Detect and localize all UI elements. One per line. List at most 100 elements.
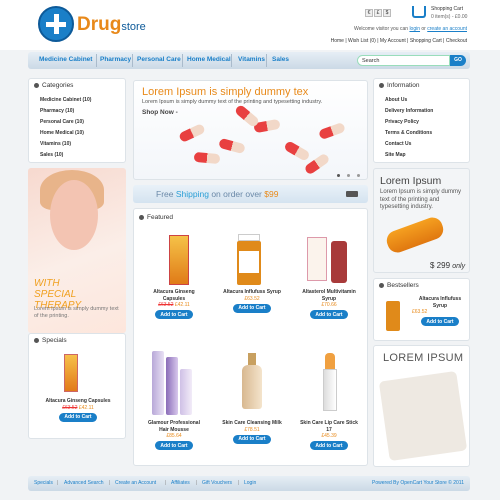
product-image[interactable] (144, 231, 204, 286)
add-to-cart-button[interactable]: Add to Cart (310, 441, 348, 450)
nav-sales[interactable]: Sales (272, 56, 289, 63)
side-promo-price: $ 299 only (430, 261, 466, 270)
add-to-cart-button[interactable]: Add to Cart (233, 434, 271, 444)
slide-dot[interactable] (337, 174, 340, 177)
category-link[interactable]: Vitamins (10) (40, 141, 71, 147)
slide-dot[interactable] (357, 174, 360, 177)
create-account-link[interactable]: create an account (427, 26, 467, 32)
truck-icon (346, 191, 358, 197)
product-image[interactable] (299, 349, 359, 417)
nav-vitamins[interactable]: Vitamins (238, 56, 265, 63)
pill-image (178, 122, 206, 144)
nav-pharmacy[interactable]: Pharmacy (100, 56, 131, 63)
powered-by-text[interactable]: Powered By OpenCart Your Store © 2011 (372, 480, 464, 486)
category-link[interactable]: Pharmacy (10) (40, 108, 74, 114)
category-link[interactable]: Personal Care (10) (40, 119, 84, 125)
bullet-icon (379, 282, 384, 288)
ginseng-box-image[interactable] (64, 354, 78, 392)
product-name[interactable]: Altacura Ginseng Capsules (144, 289, 204, 302)
bestsellers-box: Bestsellers Altacura Influfuss Syrup £63… (373, 278, 470, 341)
info-link[interactable]: Contact Us (385, 141, 411, 147)
product-name[interactable]: Glamour Professional Hair Mousse (144, 420, 204, 433)
add-to-cart-button[interactable]: Add to Cart (59, 412, 97, 422)
info-link[interactable]: Delivery Information (385, 108, 433, 114)
add-to-cart-button[interactable]: Add to Cart (421, 317, 459, 326)
slide-title: Lorem Ipsum is simply dummy tex (142, 86, 309, 98)
nav-personal-care[interactable]: Personal Care (137, 56, 181, 63)
bestsellers-heading: Bestsellers (379, 282, 419, 289)
product-price: £85.64 (166, 433, 182, 439)
footer-link-affiliates[interactable]: Affiliates (171, 480, 190, 486)
footer-link-login[interactable]: Login (244, 480, 256, 486)
shopping-cart-icon[interactable] (412, 6, 426, 18)
footer-divider: | (109, 480, 111, 486)
slideshow[interactable]: Lorem Ipsum is simply dummy tex Lorem Ip… (133, 80, 368, 180)
info-link[interactable]: Privacy Policy (385, 119, 419, 125)
footer-link-create-account[interactable]: Create an Account (115, 480, 156, 486)
product-name[interactable]: Altacura Influfuss Syrup (412, 296, 468, 309)
specials-heading: Specials (34, 337, 67, 344)
product-card: Glamour Professional Hair Mousse £85.64 … (144, 349, 204, 450)
product-image[interactable] (144, 349, 204, 417)
information-heading: Information (379, 82, 420, 89)
product-name[interactable]: Altasterol Multivitamin Syrup (299, 289, 359, 302)
info-link[interactable]: Site Map (385, 152, 406, 158)
lorem-ipsum-banner[interactable]: LOREM IPSUM (373, 345, 470, 467)
side-promo-title: Lorem Ipsum (380, 175, 442, 187)
category-link[interactable]: Home Medical (10) (40, 130, 84, 136)
cart-title[interactable]: Shopping Cart (431, 6, 463, 12)
logo-cross-icon[interactable] (38, 6, 74, 42)
search-go-button[interactable]: GO (450, 55, 466, 66)
slide-dot[interactable] (347, 174, 350, 177)
specials-box: Specials Altacura Ginseng Capsules £63.5… (28, 333, 126, 439)
nav-medicine-cabinet[interactable]: Medicine Cabinet (39, 56, 92, 63)
footer-divider: | (196, 480, 198, 486)
category-link[interactable]: Sales (10) (40, 152, 63, 158)
shop-now-link[interactable]: Shop Now - (142, 109, 178, 116)
pill-image (318, 121, 346, 141)
footer: Specials | Advanced Search | Create an A… (28, 476, 470, 491)
currency-pound-button[interactable]: £ (374, 9, 382, 17)
nav-home-medical[interactable]: Home Medical (187, 56, 231, 63)
category-link[interactable]: Medicine Cabinet (10) (40, 97, 91, 103)
product-price: £63.52 £42.11 (158, 302, 190, 308)
footer-link-gift-vouchers[interactable]: Gift Vouchers (202, 480, 232, 486)
info-link[interactable]: About Us (385, 97, 407, 103)
top-links[interactable]: Home | Wish List (0) | My Account | Shop… (331, 38, 467, 44)
product-card: Altacura Ginseng Capsules £63.52 £42.11 … (144, 231, 204, 319)
product-image[interactable] (222, 349, 282, 417)
currency-dollar-button[interactable]: $ (383, 9, 391, 17)
search-input[interactable]: Search (357, 55, 450, 66)
add-to-cart-button[interactable]: Add to Cart (233, 303, 271, 313)
special-therapy-banner[interactable]: WITH SPECIAL THERAPY Lorem Ipsum is simpl… (28, 168, 126, 333)
product-card: Skin Care Cleansing Milk £78.51 Add to C… (222, 349, 282, 444)
info-link[interactable]: Terms & Conditions (385, 130, 432, 136)
currency-euro-button[interactable]: € (365, 9, 373, 17)
information-box: Information About Us Delivery Informatio… (373, 78, 470, 163)
add-to-cart-button[interactable]: Add to Cart (155, 441, 193, 450)
product-image[interactable] (222, 231, 282, 286)
side-promo-banner[interactable]: Lorem Ipsum Lorem Ipsum is simply dummy … (373, 168, 470, 273)
featured-box: Featured Altacura Ginseng Capsules £63.5… (133, 208, 368, 466)
add-to-cart-button[interactable]: Add to Cart (310, 310, 348, 319)
product-price: £63.52 (412, 309, 428, 315)
product-image[interactable] (299, 231, 359, 286)
lorem-ipsum-title: LOREM IPSUM (383, 352, 464, 364)
product-card: Altacura Influfuss Syrup £63.52 Add to C… (222, 231, 282, 313)
product-card: Altasterol Multivitamin Syrup £70.66 Add… (299, 231, 359, 319)
login-link[interactable]: login (409, 26, 420, 32)
footer-link-specials[interactable]: Specials (34, 480, 53, 486)
product-name[interactable]: Skin Care Lip Care Stick 17 (299, 420, 359, 433)
add-to-cart-button[interactable]: Add to Cart (155, 310, 193, 319)
free-shipping-banner: Free Shipping on order over $99 (133, 185, 368, 203)
syrup-bottle-image[interactable] (386, 301, 400, 331)
slide-subtitle: Lorem Ipsum is simply dummy text of the … (142, 99, 323, 105)
shipping-text: Free Shipping on order over $99 (156, 189, 279, 199)
product-price: £78.51 (244, 426, 260, 433)
site-logo-text[interactable]: Drugstore (77, 14, 146, 36)
bullet-icon (34, 82, 39, 88)
nav-divider (231, 54, 232, 67)
footer-link-advanced-search[interactable]: Advanced Search (64, 480, 103, 486)
product-price: £63.52 £42.11 (62, 404, 94, 411)
footer-divider: | (57, 480, 59, 486)
